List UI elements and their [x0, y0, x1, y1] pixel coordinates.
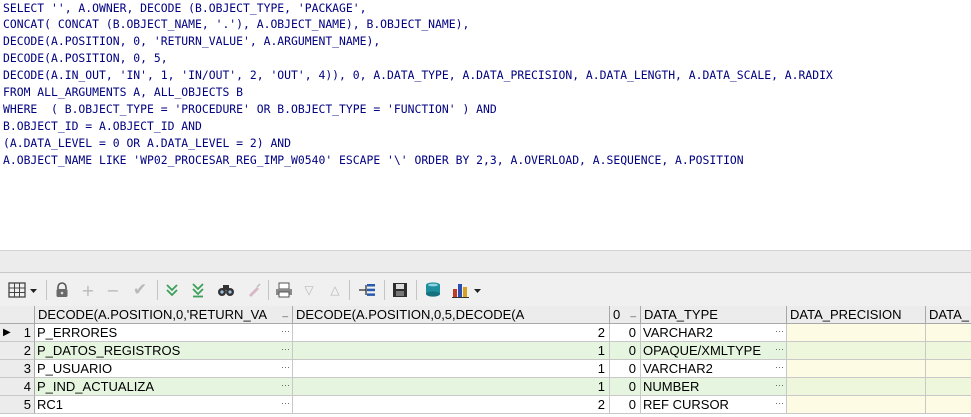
- find-icon[interactable]: [216, 281, 236, 299]
- row-indicator[interactable]: ▶ 1: [0, 324, 35, 342]
- row-indicator[interactable]: 4: [0, 378, 35, 396]
- grid-cell-null[interactable]: [787, 324, 926, 342]
- grid-cell-null[interactable]: [926, 378, 971, 396]
- chart-icon[interactable]: [450, 281, 484, 299]
- delete-record-icon[interactable]: −: [104, 281, 122, 300]
- column-header[interactable]: DECODE(A.POSITION,0,5,DECODE(A: [293, 306, 610, 324]
- grid-cell[interactable]: 0: [610, 396, 641, 414]
- grid-cell[interactable]: P_DATOS_REGISTROS ···: [35, 342, 293, 360]
- add-record-icon[interactable]: +: [79, 281, 97, 300]
- grid-layout-icon[interactable]: [6, 281, 40, 299]
- grid-cell[interactable]: P_IND_ACTUALIZA ···: [35, 378, 293, 396]
- grid-cell[interactable]: P_USUARIO ···: [35, 360, 293, 378]
- grid-cell[interactable]: 0: [610, 378, 641, 396]
- fetch-last-page-icon[interactable]: [189, 281, 207, 299]
- sql-line: (A.DATA_LEVEL = 0 OR A.DATA_LEVEL = 2) A…: [3, 136, 292, 150]
- clear-records-icon[interactable]: [245, 281, 263, 299]
- row-indicator[interactable]: 3: [0, 360, 35, 378]
- sql-line: SELECT '', A.OWNER, DECODE (B.OBJECT_TYP…: [3, 1, 367, 15]
- sql-line: DECODE(A.IN_OUT, 'IN', 1, 'IN/OUT', 2, '…: [3, 68, 833, 82]
- current-row-marker-icon: ▶: [3, 327, 11, 338]
- grid-cell[interactable]: 0: [610, 324, 641, 342]
- grid-cell-null[interactable]: [787, 378, 926, 396]
- grid-cell[interactable]: 1: [293, 360, 610, 378]
- grid-cell-null[interactable]: [787, 342, 926, 360]
- lock-icon[interactable]: [53, 281, 71, 299]
- grid-cell[interactable]: RC1 ···: [35, 396, 293, 414]
- grid-corner[interactable]: [0, 306, 35, 324]
- grid-cell[interactable]: VARCHAR2 ···: [641, 360, 787, 378]
- grid-cell[interactable]: OPAQUE/XMLTYPE ···: [641, 342, 787, 360]
- grid-cell-null[interactable]: [787, 396, 926, 414]
- grid-cell-null[interactable]: [926, 360, 971, 378]
- sql-line: CONCAT( CONCAT (B.OBJECT_NAME, '.'), A.O…: [3, 17, 470, 31]
- sort-icon[interactable]: △: [326, 281, 344, 299]
- grid-cell[interactable]: 0: [610, 360, 641, 378]
- column-header[interactable]: 0 _: [610, 306, 641, 324]
- column-header[interactable]: DATA_TYPE: [641, 306, 787, 324]
- sql-line: WHERE ( B.OBJECT_TYPE = 'PROCEDURE' OR B…: [3, 102, 497, 116]
- row-indicator[interactable]: 5: [0, 396, 35, 414]
- row-indicator[interactable]: 2: [0, 342, 35, 360]
- grid-cell[interactable]: NUMBER ···: [641, 378, 787, 396]
- save-icon[interactable]: [391, 281, 409, 299]
- grid-cell[interactable]: 2: [293, 396, 610, 414]
- sql-line: A.OBJECT_NAME LIKE 'WP02_PROCESAR_REG_IM…: [3, 153, 744, 167]
- editor-grid-splitter[interactable]: [0, 250, 971, 273]
- grid-cell-null[interactable]: [926, 396, 971, 414]
- grid-cell[interactable]: 1: [293, 342, 610, 360]
- sql-line: FROM ALL_ARGUMENTS A, ALL_OBJECTS B: [3, 85, 244, 99]
- result-grid-toolbar: + − ✔ ▽ △: [0, 272, 971, 308]
- sql-line: DECODE(A.POSITION, 0, 'RETURN_VALUE', A.…: [3, 34, 381, 48]
- fetch-next-page-icon[interactable]: [163, 281, 181, 299]
- grid-cell[interactable]: REF CURSOR ···: [641, 396, 787, 414]
- print-icon[interactable]: [274, 281, 294, 299]
- grid-cell[interactable]: 0: [610, 342, 641, 360]
- column-header[interactable]: DECODE(A.POSITION,0,'RETURN_VA _: [35, 306, 293, 324]
- grid-cell-null[interactable]: [787, 360, 926, 378]
- filter-icon[interactable]: ▽: [300, 281, 318, 299]
- grid-cell[interactable]: VARCHAR2 ···: [641, 324, 787, 342]
- export-icon[interactable]: [422, 281, 444, 299]
- result-grid[interactable]: DECODE(A.POSITION,0,'RETURN_VA _ DECODE(A…: [0, 306, 971, 417]
- column-header[interactable]: DATA_: [926, 306, 971, 324]
- grid-cell[interactable]: 1: [293, 378, 610, 396]
- query-plan-icon[interactable]: [356, 281, 378, 299]
- sql-editor[interactable]: SELECT '', A.OWNER, DECODE (B.OBJECT_TYP…: [0, 0, 971, 250]
- grid-cell[interactable]: P_ERRORES ···: [35, 324, 293, 342]
- grid-cell[interactable]: 2: [293, 324, 610, 342]
- sql-line: B.OBJECT_ID = A.OBJECT_ID AND: [3, 119, 202, 133]
- post-edit-icon[interactable]: ✔: [129, 280, 151, 300]
- grid-cell-null[interactable]: [926, 342, 971, 360]
- sql-line: DECODE(A.POSITION, 0, 5,: [3, 51, 168, 65]
- grid-cell-null[interactable]: [926, 324, 971, 342]
- column-header[interactable]: DATA_PRECISION: [787, 306, 926, 324]
